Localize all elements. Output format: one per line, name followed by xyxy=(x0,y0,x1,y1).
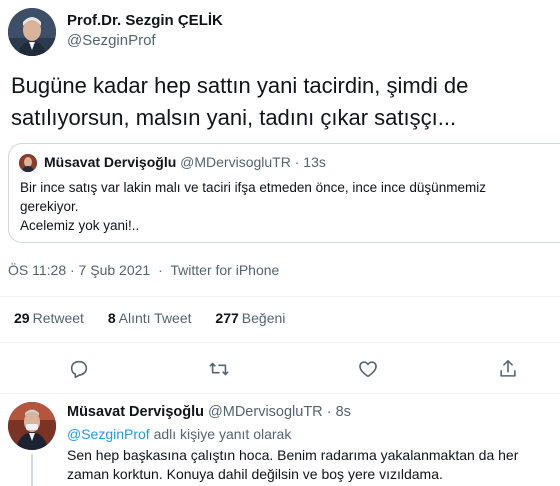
quoted-text-line: gerekiyor. xyxy=(20,199,79,214)
quoted-tweet-time: 13s xyxy=(303,154,326,170)
quoted-text-line: Bir ince satış var lakin malı ve taciri … xyxy=(20,180,486,195)
share-button[interactable] xyxy=(495,356,521,382)
quoted-text-line: Acelemiz yok yani!.. xyxy=(20,218,140,233)
quotes-stat[interactable]: 8 Alıntı Tweet xyxy=(108,310,192,326)
reply-author-name[interactable]: Müsavat Dervişoğlu xyxy=(67,404,204,420)
retweet-icon xyxy=(209,362,229,376)
likes-count: 277 xyxy=(215,310,239,326)
tweet-text-line: Bugüne kadar hep sattın yani tacirdin, ş… xyxy=(11,73,469,98)
heart-icon xyxy=(359,361,377,378)
reply-to-mention[interactable]: @SezginProf xyxy=(67,426,150,442)
divider xyxy=(0,342,560,343)
tweet-text-line: satılıyorsun, malsın yani, tadını çıkar … xyxy=(11,105,457,130)
retweets-count: 29 xyxy=(14,310,30,326)
separator-dot: · xyxy=(158,262,163,278)
quoted-author-name: Müsavat Dervişoğlu xyxy=(44,154,177,170)
likes-stat[interactable]: 277 Beğeni xyxy=(215,310,285,326)
author-avatar[interactable] xyxy=(8,8,56,56)
quoted-tweet-text: Bir ince satış var lakin malı ve taciri … xyxy=(20,178,540,235)
tweet-meta: ÖS 11:28 · 7 Şub 2021 · Twitter for iPho… xyxy=(8,262,279,278)
divider xyxy=(0,296,560,297)
reply-text-line: Sen hep başkasına çalıştın hoca. Benim r… xyxy=(67,447,519,463)
share-icon xyxy=(500,359,516,377)
reply-to-label: adlı kişiye yanıt olarak xyxy=(153,426,292,442)
divider xyxy=(0,393,560,394)
quoted-author-avatar xyxy=(19,154,37,172)
reply-button[interactable] xyxy=(66,356,92,382)
thread-line xyxy=(31,454,33,486)
quotes-label: Alıntı Tweet xyxy=(118,310,192,326)
tweet-text: Bugüne kadar hep sattın yani tacirdin, ş… xyxy=(11,70,551,134)
reply-header: Müsavat Dervişoğlu @MDervisogluTR · 8s xyxy=(67,404,351,420)
retweet-button[interactable] xyxy=(206,356,232,382)
reply-icon xyxy=(70,360,88,379)
tweet-stats: 29 Retweet 8 Alıntı Tweet 277 Beğeni xyxy=(14,310,305,326)
tweet-timestamp[interactable]: ÖS 11:28 · 7 Şub 2021 xyxy=(8,262,150,278)
tweet-source[interactable]: Twitter for iPhone xyxy=(170,262,279,278)
separator-dot: · xyxy=(294,154,300,170)
reply-text-line: zaman korktun. Konuya dahil değilsin ve … xyxy=(67,466,443,482)
quotes-count: 8 xyxy=(107,310,116,326)
quoted-tweet-header: Müsavat Dervişoğlu @MDervisogluTR · 13s xyxy=(44,154,326,170)
reply-time[interactable]: 8s xyxy=(336,404,351,420)
separator-dot: · xyxy=(326,404,332,420)
retweets-stat[interactable]: 29 Retweet xyxy=(14,310,84,326)
retweets-label: Retweet xyxy=(32,310,84,326)
reply-author-handle[interactable]: @MDervisogluTR xyxy=(208,404,323,420)
replying-to: @SezginProf adlı kişiye yanıt olarak xyxy=(67,426,291,442)
author-name[interactable]: Prof.Dr. Sezgin ÇELİK xyxy=(67,12,223,29)
like-button[interactable] xyxy=(355,356,381,382)
reply-text: Sen hep başkasına çalıştın hoca. Benim r… xyxy=(67,446,547,484)
author-handle[interactable]: @SezginProf xyxy=(67,32,156,49)
likes-label: Beğeni xyxy=(241,310,286,326)
quoted-author-handle: @MDervisogluTR xyxy=(180,154,291,170)
reply-author-avatar[interactable] xyxy=(8,402,56,450)
